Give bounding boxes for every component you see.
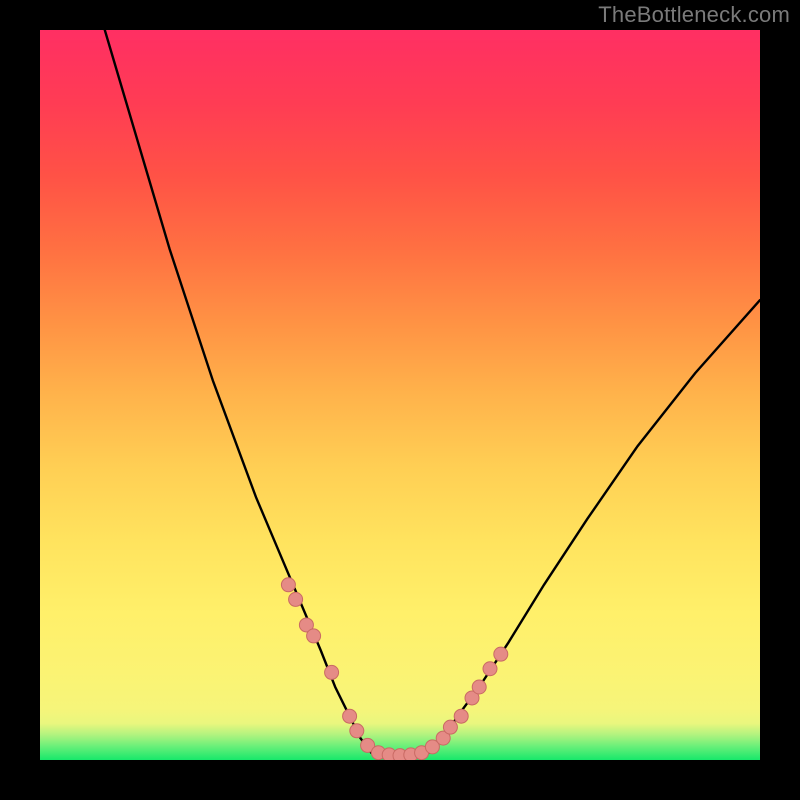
data-point	[289, 592, 303, 606]
bottleneck-curve-svg	[40, 30, 760, 760]
data-point	[281, 578, 295, 592]
data-point	[483, 662, 497, 676]
data-point	[443, 720, 457, 734]
data-point	[472, 680, 486, 694]
data-point	[350, 724, 364, 738]
data-points	[281, 578, 507, 760]
chart-frame: TheBottleneck.com	[0, 0, 800, 800]
data-point	[325, 665, 339, 679]
bottleneck-curve	[105, 30, 760, 756]
data-point	[343, 709, 357, 723]
plot-area	[40, 30, 760, 760]
data-point	[454, 709, 468, 723]
watermark-text: TheBottleneck.com	[598, 2, 790, 28]
curve-group	[105, 30, 760, 756]
data-point	[307, 629, 321, 643]
data-point	[494, 647, 508, 661]
